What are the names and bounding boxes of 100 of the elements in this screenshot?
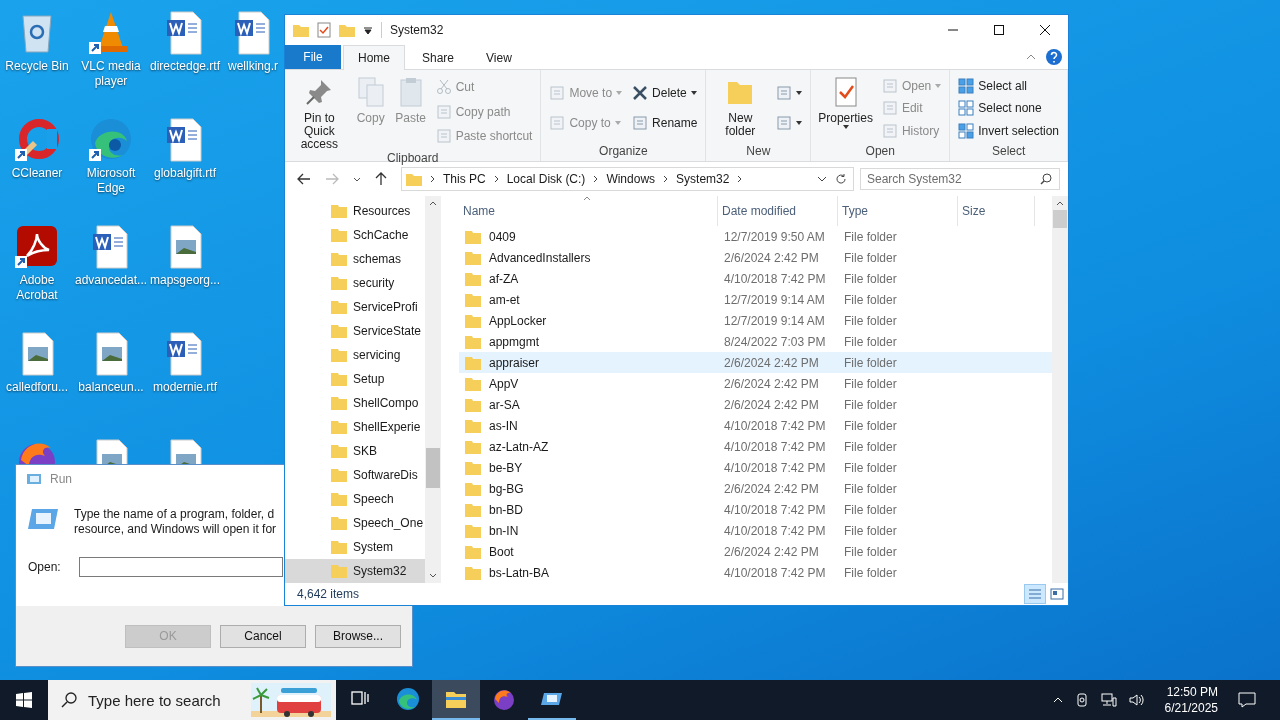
close-icon[interactable]: [1040, 25, 1050, 35]
tree-item[interactable]: security: [285, 271, 425, 295]
chevron-down-icon[interactable]: [817, 176, 827, 182]
column-header[interactable]: Name: [459, 196, 718, 226]
notification-icon[interactable]: [1238, 692, 1256, 708]
file-row[interactable]: bn-BD 4/10/2018 7:42 PM File folder: [459, 499, 1052, 520]
search-field[interactable]: Search System32: [860, 168, 1060, 190]
file-name: AppV: [489, 376, 519, 391]
scrollbar[interactable]: [1052, 196, 1068, 583]
explorer-taskbar-button[interactable]: [432, 680, 480, 720]
network-icon[interactable]: [1100, 693, 1117, 707]
dropdown-icon[interactable]: [363, 25, 373, 35]
file-row[interactable]: am-et 12/7/2019 9:14 AM File folder: [459, 289, 1052, 310]
column-header[interactable]: Size: [958, 196, 1035, 226]
taskbar-search-field[interactable]: Type here to search: [48, 680, 246, 720]
cancel-button[interactable]: Cancel: [220, 624, 306, 648]
breadcrumb[interactable]: This PC: [443, 172, 486, 186]
folder-button[interactable]: New folder: [710, 72, 771, 144]
newitem-button[interactable]: [774, 84, 805, 102]
refresh-icon[interactable]: [835, 173, 847, 185]
file-row[interactable]: appmgmt 8/24/2022 7:03 PM File folder: [459, 331, 1052, 352]
selall-button[interactable]: Select all: [956, 76, 1061, 95]
folder-icon: [331, 540, 347, 554]
clock[interactable]: 12:50 PM 6/21/2025: [1164, 684, 1218, 716]
browse-button[interactable]: Browse...: [315, 624, 401, 648]
tree-item[interactable]: ServiceProfi: [285, 295, 425, 319]
file-row[interactable]: AppV 2/6/2024 2:42 PM File folder: [459, 373, 1052, 394]
properties-button[interactable]: Properties: [815, 72, 876, 144]
file-row[interactable]: az-Latn-AZ 4/10/2018 7:42 PM File folder: [459, 436, 1052, 457]
file-row[interactable]: bs-Latn-BA 4/10/2018 7:42 PM File folder: [459, 562, 1052, 583]
file-row[interactable]: bg-BG 2/6/2024 2:42 PM File folder: [459, 478, 1052, 499]
date-cell-text: 12/7/2019 9:14 AM: [723, 292, 826, 307]
breadcrumb[interactable]: Windows: [606, 172, 656, 186]
easyaccess-button[interactable]: [774, 114, 805, 132]
scrollbar[interactable]: [425, 196, 441, 583]
delete-button[interactable]: Delete: [630, 84, 700, 102]
file-row[interactable]: appraiser 2/6/2024 2:42 PM File folder: [459, 352, 1052, 373]
tree-item[interactable]: System32: [285, 559, 425, 583]
open-field[interactable]: [78, 557, 283, 577]
type-cell-text: File folder: [843, 313, 898, 328]
tree-item[interactable]: ServiceState: [285, 319, 425, 343]
help-icon[interactable]: [1046, 49, 1062, 65]
file-tab[interactable]: File: [285, 45, 341, 69]
type-cell-text: File folder: [843, 355, 898, 370]
tree-item[interactable]: ShellCompo: [285, 391, 425, 415]
device-icon[interactable]: [1074, 693, 1089, 707]
tree-item[interactable]: System: [285, 535, 425, 559]
file-row[interactable]: ar-SA 2/6/2024 2:42 PM File folder: [459, 394, 1052, 415]
back-icon[interactable]: [297, 173, 311, 185]
folder-icon: [465, 418, 481, 433]
file-row[interactable]: AdvancedInstallers 2/6/2024 2:42 PM File folder: [459, 247, 1052, 268]
file-row[interactable]: bn-IN 4/10/2018 7:42 PM File folder: [459, 520, 1052, 541]
tree-item[interactable]: Resources: [285, 199, 425, 223]
scroll-up-icon[interactable]: [1056, 201, 1064, 206]
file-row[interactable]: as-IN 4/10/2018 7:42 PM File folder: [459, 415, 1052, 436]
x-icon: [632, 85, 649, 101]
ribbon-tab[interactable]: Share: [407, 45, 470, 69]
selinv-button[interactable]: Invert selection: [956, 121, 1061, 140]
folder-icon: [465, 250, 481, 265]
maximize-icon[interactable]: [994, 25, 1004, 35]
scroll-thumb[interactable]: [1053, 210, 1067, 228]
file-row[interactable]: be-BY 4/10/2018 7:42 PM File folder: [459, 457, 1052, 478]
chevron-up-icon[interactable]: [1052, 697, 1063, 703]
rename-button[interactable]: Rename: [630, 114, 700, 132]
file-row[interactable]: Boot 2/6/2024 2:42 PM File folder: [459, 541, 1052, 562]
scroll-down-icon[interactable]: [429, 573, 437, 578]
folder-icon: [465, 376, 481, 391]
tree-item[interactable]: Speech_One: [285, 511, 425, 535]
tree-item[interactable]: Speech: [285, 487, 425, 511]
breadcrumb[interactable]: System32: [676, 172, 730, 186]
selnone-button[interactable]: Select none: [956, 99, 1061, 117]
caret-icon: [616, 91, 623, 95]
tree-item[interactable]: servicing: [285, 343, 425, 367]
file-row[interactable]: af-ZA 4/10/2018 7:42 PM File folder: [459, 268, 1052, 289]
tree-item[interactable]: ShellExperie: [285, 415, 425, 439]
ribbon-tab[interactable]: Home: [343, 45, 405, 70]
tree-item[interactable]: SchCache: [285, 223, 425, 247]
document-icon: [632, 115, 649, 131]
speaker-icon[interactable]: [1128, 693, 1145, 707]
tree-item[interactable]: schemas: [285, 247, 425, 271]
folder-icon: [465, 544, 481, 559]
address-bar[interactable]: This PC Local Disk (C:) Windows System32: [401, 167, 854, 191]
tree-item[interactable]: Setup: [285, 367, 425, 391]
tree-item[interactable]: SKB: [285, 439, 425, 463]
up-icon[interactable]: [375, 172, 387, 186]
tree-item[interactable]: SoftwareDis: [285, 463, 425, 487]
chevron-down-icon[interactable]: [353, 176, 361, 182]
pin-button[interactable]: Pin to Quick access: [289, 72, 350, 151]
breadcrumb[interactable]: Local Disk (C:): [506, 172, 586, 186]
file-row[interactable]: 0409 12/7/2019 9:50 AM File folder: [459, 226, 1052, 247]
properties-icon[interactable]: [317, 22, 331, 38]
scroll-up-icon[interactable]: [429, 201, 437, 206]
file-row[interactable]: AppLocker 12/7/2019 9:14 AM File folder: [459, 310, 1052, 331]
ribbon-tab[interactable]: View: [471, 45, 527, 69]
file-name: be-BY: [489, 460, 523, 475]
scroll-thumb[interactable]: [426, 448, 440, 488]
folder-icon: [331, 420, 347, 434]
collapse-icon[interactable]: [1026, 54, 1036, 60]
column-header[interactable]: Date modified: [718, 196, 838, 226]
column-header[interactable]: Type: [838, 196, 958, 226]
